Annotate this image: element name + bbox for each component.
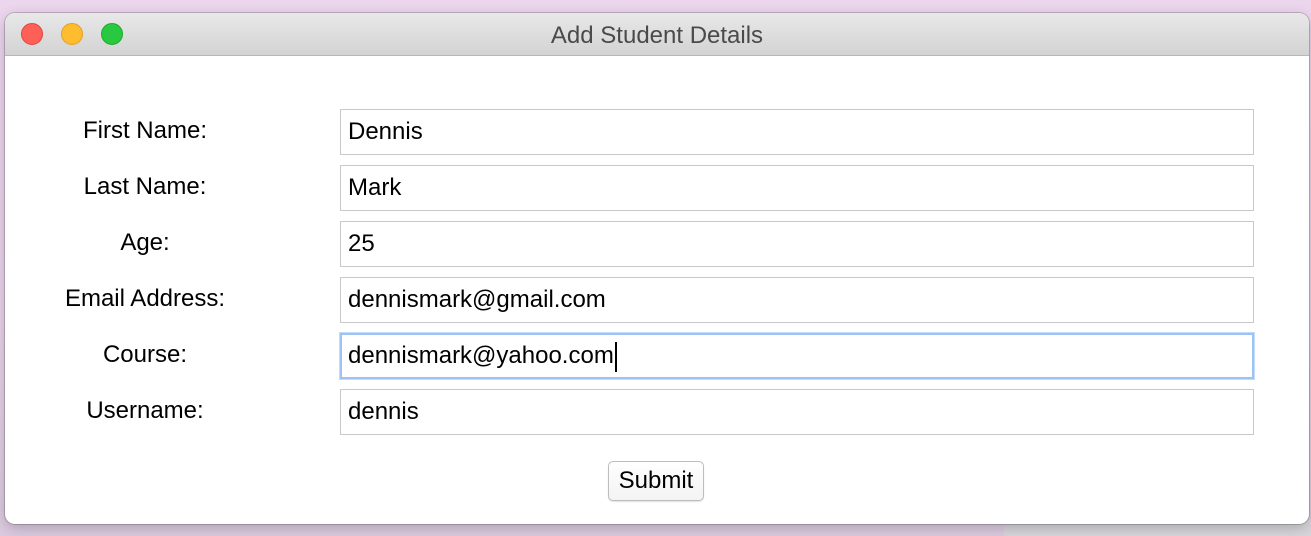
title-bar[interactable]: Add Student Details [5,13,1309,56]
course-label: Course: [102,341,188,368]
last-name-row: Last Name: Mark [5,165,1309,211]
submit-button[interactable]: Submit [608,461,704,501]
first-name-label: First Name: [82,117,207,144]
email-input[interactable]: dennismark@gmail.com [340,277,1254,323]
first-name-row: First Name: Dennis [5,109,1309,155]
course-input[interactable]: dennismark@yahoo.com [340,333,1254,379]
username-label: Username: [86,397,204,424]
last-name-label: Last Name: [83,173,207,200]
student-form: First Name: Dennis Last Name: Mark Age: … [5,56,1309,524]
text-caret [614,341,617,372]
age-row: Age: 25 [5,221,1309,267]
age-input[interactable]: 25 [340,221,1254,267]
email-row: Email Address: dennismark@gmail.com [5,277,1309,323]
username-input[interactable]: dennis [340,389,1254,435]
window-title: Add Student Details [550,22,764,49]
last-name-input[interactable]: Mark [340,165,1254,211]
age-label: Age: [120,229,170,256]
username-row: Username: dennis [5,389,1309,435]
course-row: Course: dennismark@yahoo.com [5,333,1309,379]
student-details-window: Add Student Details First Name: Dennis L… [5,13,1309,524]
email-label: Email Address: [64,285,226,312]
first-name-input[interactable]: Dennis [340,109,1254,155]
course-input-value: dennismark@yahoo.com [348,342,614,369]
